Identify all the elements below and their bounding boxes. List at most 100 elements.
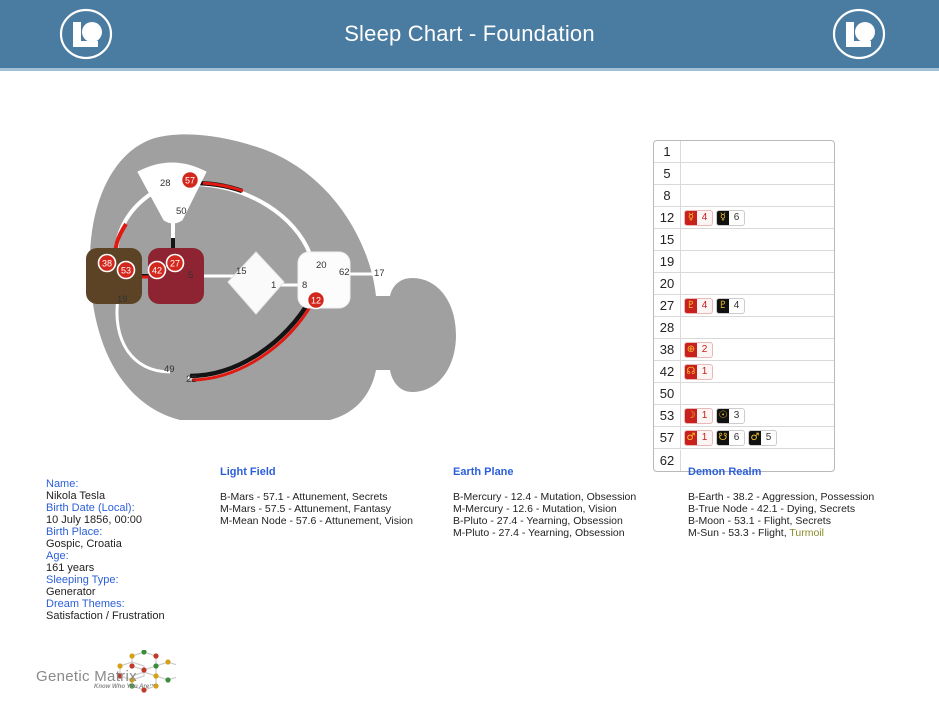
pluto-icon: ♇ [685,298,697,313]
svg-text:27: 27 [170,259,180,269]
earth-plane-column: Earth Plane B-Mercury - 12.4 - Mutation,… [453,466,683,539]
gate-activations [681,185,834,206]
gate-activations [681,251,834,272]
activation-line-number: 6 [733,432,740,443]
birth-date-label: Birth Date (Local): [46,502,135,514]
svg-text:49: 49 [164,364,175,375]
gate-activations [681,273,834,294]
activation-line-number: 5 [765,432,772,443]
mercury-icon: ☿ [717,210,729,225]
activation-badge-moon: ☽ 1 [684,407,713,424]
activation-badge-sun: ☉ 3 [716,407,745,424]
earth-icon: ⊕ [685,342,697,357]
svg-text:17: 17 [374,268,385,279]
activation-badge-mercury: ☿ 4 [684,209,713,226]
name-value: Nikola Tesla [46,490,106,502]
gate-number: 53 [654,405,681,426]
activation-detail-line: B-Mars - 57.1 - Attunement, Secrets [220,491,388,503]
gate-row: 5 [654,163,834,185]
activation-detail-line: B-Pluto - 27.4 - Yearning, Obsession [453,515,623,527]
activation-detail-line: B-Moon - 53.1 - Flight, Secrets [688,515,933,527]
demon-realm-column: Demon Realm B-Earth - 38.2 - Aggression,… [688,466,933,539]
gate-row: 27 ♇ 4 ♇ 4 [654,295,834,317]
gate-number: 15 [654,229,681,250]
footer-logo: Genetic Matrix Know Who You Are™ [36,650,176,698]
gate-row: 53 ☽ 1 ☉ 3 [654,405,834,427]
svg-text:28: 28 [160,178,171,189]
gate-dot-38: 38 [97,253,117,273]
activation-detail-line: M-Sun - 53.3 - Flight, Turmoil [688,527,933,539]
svg-text:38: 38 [102,259,112,269]
activation-line-number: 4 [701,300,708,311]
activation-detail-line: M-Mean Node - 57.6 - Attunement, Vision [220,515,413,527]
gate-activations: ♂ 1 ☋ 6 ♂ 5 [681,427,834,448]
footer-logo-tagline: Know Who You Are™ [94,684,156,690]
gate-row: 38 ⊕ 2 [654,339,834,361]
center-root [86,248,142,304]
gate-activations: ♇ 4 ♇ 4 [681,295,834,316]
activation-badge-north-node: ☊ 1 [684,363,713,380]
svg-text:53: 53 [121,266,131,276]
svg-text:12: 12 [311,296,321,306]
gate-row: 42 ☊ 1 [654,361,834,383]
gate-row: 28 [654,317,834,339]
birth-place-label: Birth Place: [46,526,103,538]
bodygraph-chart: 28 50 5 19 15 1 8 20 62 17 49 22 57 38 5… [60,120,480,440]
mercury-icon: ☿ [685,210,697,225]
gate-activations: ☊ 1 [681,361,834,382]
svg-text:22: 22 [186,374,197,385]
activation-detail-line: M-Mars - 57.5 - Attunement, Fantasy [220,503,391,515]
gate-dot-27: 27 [165,253,185,273]
gate-row: 8 [654,185,834,207]
birth-place-value: Gospic, Croatia [46,538,122,550]
gate-number: 8 [654,185,681,206]
activation-detail-line: B-Mercury - 12.4 - Mutation, Obsession [453,491,637,503]
sleeping-type-value: Generator [46,586,96,598]
gate-activations [681,383,834,404]
activation-detail-text: B-True Node - 42.1 - Dying, Secrets [688,503,856,515]
mars-icon: ♂ [685,430,697,445]
gate-row: 20 [654,273,834,295]
gate-row: 12 ☿ 4 ☿ 6 [654,207,834,229]
gate-activations [681,141,834,162]
south-node-icon: ☋ [717,430,729,445]
svg-text:20: 20 [316,260,327,271]
sleeping-type-label: Sleeping Type: [46,574,119,586]
activation-line-number: 4 [733,300,740,311]
activation-line-number: 3 [733,410,740,421]
gate-number: 5 [654,163,681,184]
svg-text:8: 8 [302,280,307,291]
profile-info-panel: Name: Nikola Tesla Birth Date (Local): 1… [46,478,221,622]
activation-badge-mercury: ☿ 6 [716,209,745,226]
activation-line-number: 6 [733,212,740,223]
gate-dot-53: 53 [116,260,136,280]
svg-text:19: 19 [117,294,128,305]
earth-plane-title: Earth Plane [453,466,514,478]
activation-detail-line: B-Earth - 38.2 - Aggression, Possession [688,491,933,503]
header-logo-left [58,8,114,60]
mars-icon: ♂ [749,430,761,445]
light-field-lines: B-Mars - 57.1 - Attunement, Secrets M-Mar… [220,491,445,527]
footer-logo-text: Genetic Matrix [36,668,137,685]
gate-number: 38 [654,339,681,360]
sun-icon: ☉ [717,408,729,423]
gate-number: 42 [654,361,681,382]
gate-number: 19 [654,251,681,272]
svg-text:5: 5 [188,270,193,281]
gate-row: 50 [654,383,834,405]
svg-text:15: 15 [236,266,247,277]
age-value: 161 years [46,562,95,574]
gate-dot-42: 42 [147,260,167,280]
demon-realm-lines: B-Earth - 38.2 - Aggression, Possession B… [688,491,933,539]
light-field-column: Light Field B-Mars - 57.1 - Attunement, … [220,466,445,527]
svg-text:62: 62 [339,267,350,278]
name-label: Name: [46,478,79,490]
gate-number: 57 [654,427,681,448]
gate-activations [681,163,834,184]
activation-badge-south-node: ☋ 6 [716,429,745,446]
gate-dot-57: 57 [180,170,200,190]
gate-row: 15 [654,229,834,251]
gate-number: 20 [654,273,681,294]
svg-text:1: 1 [271,280,276,291]
gate-activations [681,229,834,250]
